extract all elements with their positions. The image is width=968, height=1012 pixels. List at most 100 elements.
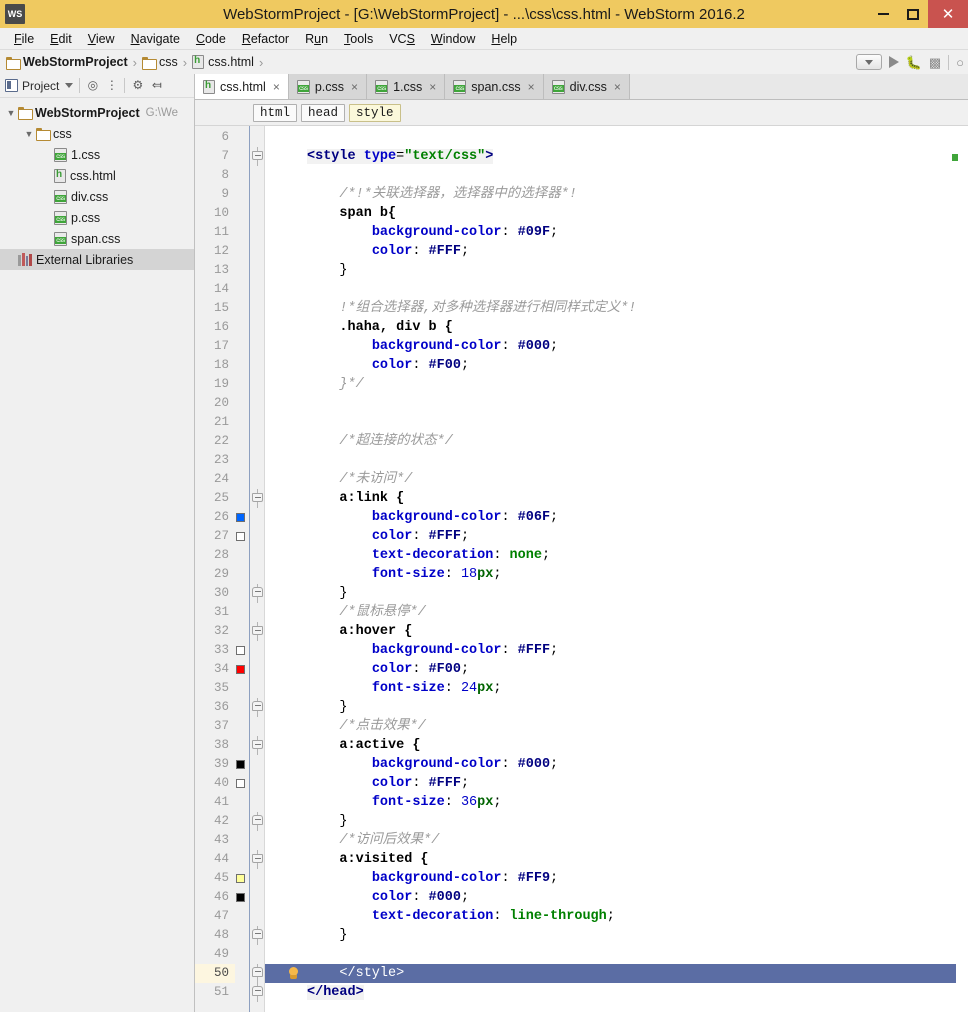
- code-line[interactable]: color: #F00;: [265, 356, 968, 375]
- editor-tab-div-css[interactable]: div.css ×: [543, 74, 630, 99]
- minimize-button[interactable]: [868, 0, 898, 28]
- structure-chip-style[interactable]: style: [349, 103, 401, 122]
- menu-item-file[interactable]: File: [6, 30, 42, 48]
- code-line[interactable]: text-decoration: line-through;: [265, 907, 968, 926]
- menu-item-tools[interactable]: Tools: [336, 30, 381, 48]
- search-icon[interactable]: ○: [956, 56, 964, 69]
- fold-marker-start[interactable]: [252, 850, 263, 869]
- code-line[interactable]: [265, 280, 968, 299]
- code-line[interactable]: color: #FFF;: [265, 242, 968, 261]
- tree-item-webstormproject[interactable]: ▼ WebStormProject G:\We: [0, 102, 194, 123]
- menu-item-code[interactable]: Code: [188, 30, 234, 48]
- color-swatch[interactable]: [236, 779, 245, 788]
- close-button[interactable]: ✕: [928, 0, 968, 28]
- code-line[interactable]: a:hover {: [265, 622, 968, 641]
- code-line[interactable]: span b{: [265, 204, 968, 223]
- menu-item-view[interactable]: View: [80, 30, 123, 48]
- code-line[interactable]: background-color: #000;: [265, 337, 968, 356]
- fold-marker-end[interactable]: [252, 964, 263, 983]
- hide-panel-icon[interactable]: ⤆: [150, 79, 163, 92]
- breadcrumb-css-html[interactable]: css.html: [192, 55, 254, 69]
- color-swatch[interactable]: [236, 665, 245, 674]
- code-line[interactable]: /*超连接的状态*/: [265, 432, 968, 451]
- fold-marker-start[interactable]: [252, 489, 263, 508]
- structure-chip-head[interactable]: head: [301, 103, 346, 122]
- bug-icon[interactable]: 🐛: [906, 56, 922, 69]
- fold-marker-start[interactable]: [252, 147, 263, 166]
- code-line[interactable]: font-size: 36px;: [265, 793, 968, 812]
- lightbulb-icon[interactable]: [287, 967, 300, 981]
- close-tab-icon[interactable]: ×: [351, 80, 358, 94]
- menu-item-help[interactable]: Help: [483, 30, 525, 48]
- code-line[interactable]: color: #000;: [265, 888, 968, 907]
- code-line[interactable]: /*未访问*/: [265, 470, 968, 489]
- maximize-button[interactable]: [898, 0, 928, 28]
- fold-marker-end[interactable]: [252, 812, 263, 831]
- code-line[interactable]: /*!*关联选择器，选择器中的选择器*!: [265, 185, 968, 204]
- fold-marker-end[interactable]: [252, 698, 263, 717]
- tree-item-div-css[interactable]: div.css: [0, 186, 194, 207]
- fold-marker-end[interactable]: [252, 584, 263, 603]
- code-line[interactable]: background-color: #000;: [265, 755, 968, 774]
- code-line[interactable]: [265, 413, 968, 432]
- tree-item-css[interactable]: ▼ css: [0, 123, 194, 144]
- chevron-down-icon[interactable]: ▼: [22, 129, 36, 139]
- tree-item-span-css[interactable]: span.css: [0, 228, 194, 249]
- menu-item-navigate[interactable]: Navigate: [123, 30, 188, 48]
- code-line[interactable]: }: [265, 698, 968, 717]
- error-stripe-rail[interactable]: [952, 126, 968, 1012]
- code-line[interactable]: [265, 945, 968, 964]
- code-line[interactable]: font-size: 24px;: [265, 679, 968, 698]
- code-line[interactable]: a:visited {: [265, 850, 968, 869]
- code-line[interactable]: [265, 451, 968, 470]
- gear-icon[interactable]: ⚙: [131, 79, 144, 92]
- tree-item-1-css[interactable]: 1.css: [0, 144, 194, 165]
- code-line[interactable]: }: [265, 812, 968, 831]
- code-line[interactable]: }: [265, 926, 968, 945]
- error-stripe-mark[interactable]: [952, 154, 958, 161]
- fold-marker-end[interactable]: [252, 926, 263, 945]
- tree-item-external-libraries[interactable]: External Libraries: [0, 249, 194, 270]
- menu-item-edit[interactable]: Edit: [42, 30, 80, 48]
- code-line[interactable]: </head>: [265, 983, 968, 1002]
- code-line[interactable]: /*点击效果*/: [265, 717, 968, 736]
- tree-item-css-html[interactable]: css.html: [0, 165, 194, 186]
- code-line[interactable]: }: [265, 584, 968, 603]
- code-line[interactable]: /*访问后效果*/: [265, 831, 968, 850]
- code-line[interactable]: !*组合选择器,对多种选择器进行相同样式定义*!: [265, 299, 968, 318]
- code-line[interactable]: a:active {: [265, 736, 968, 755]
- editor-tab-css-html[interactable]: css.html ×: [195, 74, 289, 99]
- close-tab-icon[interactable]: ×: [528, 80, 535, 94]
- menu-item-vcs[interactable]: VCS: [381, 30, 423, 48]
- code-line[interactable]: [265, 128, 968, 147]
- code-line[interactable]: [265, 394, 968, 413]
- collapse-all-icon[interactable]: ⋮: [105, 79, 118, 92]
- close-tab-icon[interactable]: ×: [273, 80, 280, 94]
- code-line[interactable]: color: #FFF;: [265, 527, 968, 546]
- code-line[interactable]: a:link {: [265, 489, 968, 508]
- code-line[interactable]: font-size: 18px;: [265, 565, 968, 584]
- color-swatch[interactable]: [236, 760, 245, 769]
- color-swatch[interactable]: [236, 874, 245, 883]
- code-line[interactable]: color: #F00;: [265, 660, 968, 679]
- code-line[interactable]: }: [265, 261, 968, 280]
- code-line[interactable]: }*/: [265, 375, 968, 394]
- code-line[interactable]: background-color: #09F;: [265, 223, 968, 242]
- code-line[interactable]: color: #FFF;: [265, 774, 968, 793]
- code-line[interactable]: <style type="text/css">: [265, 147, 968, 166]
- code-line[interactable]: /*鼠标悬停*/: [265, 603, 968, 622]
- color-swatch[interactable]: [236, 532, 245, 541]
- color-swatch[interactable]: [236, 893, 245, 902]
- code-line[interactable]: </style>: [265, 964, 968, 983]
- code-text[interactable]: <style type="text/css"> /*!*关联选择器，选择器中的选…: [265, 126, 968, 1012]
- editor-tab-p-css[interactable]: p.css ×: [288, 74, 368, 99]
- close-tab-icon[interactable]: ×: [614, 80, 621, 94]
- run-configuration-dropdown[interactable]: [855, 54, 882, 70]
- tree-item-p-css[interactable]: p.css: [0, 207, 194, 228]
- code-line[interactable]: background-color: #FF9;: [265, 869, 968, 888]
- coverage-icon[interactable]: ▩: [929, 56, 941, 69]
- code-editor[interactable]: 6 7 8 9 10 11 12 13 14 15 16 17 18 19 20 21 22 23 24 25 26 27…: [195, 126, 968, 1012]
- breadcrumb-webstormproject[interactable]: WebStormProject: [6, 55, 128, 70]
- target-icon[interactable]: ◎: [86, 79, 99, 92]
- menu-item-window[interactable]: Window: [423, 30, 483, 48]
